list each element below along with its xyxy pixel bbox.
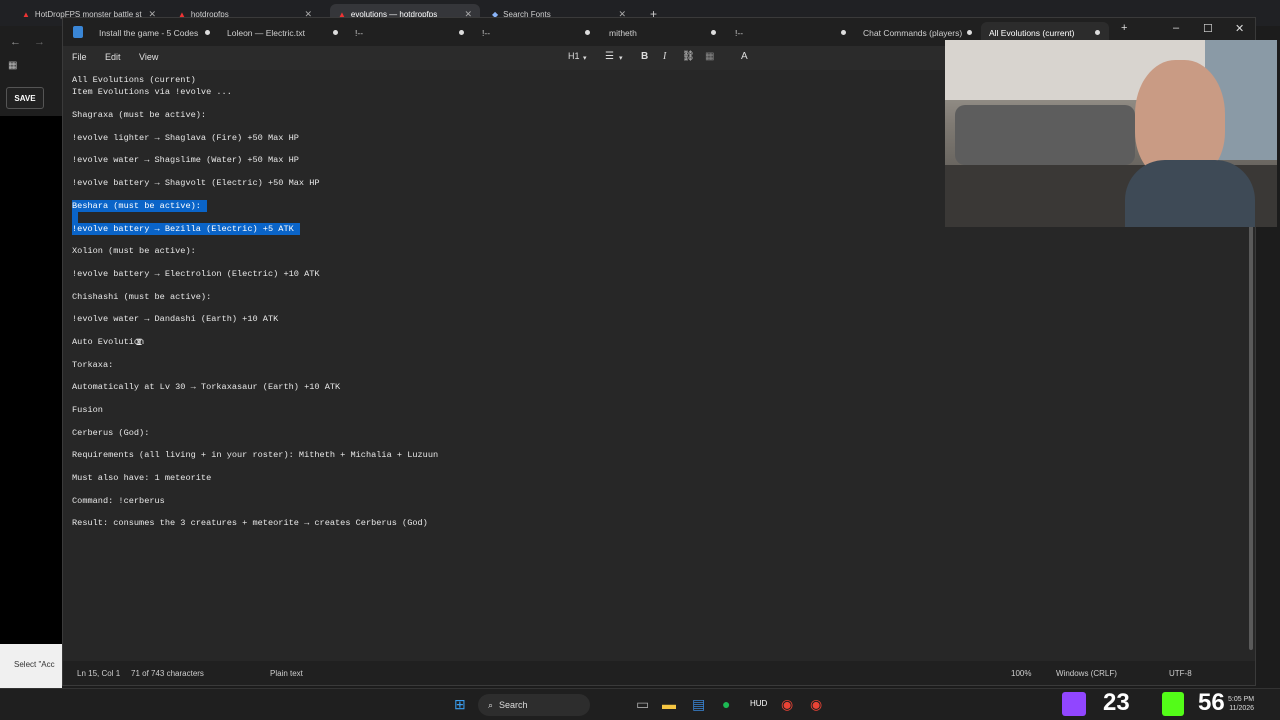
save-button[interactable]: SAVE (6, 87, 44, 109)
editor-line: !evolve water → Shagslime (Water) +50 Ma… (72, 155, 299, 165)
unsaved-dot-icon (967, 30, 972, 35)
follower-counter: 56 (1198, 689, 1225, 716)
editor-line: Chishashi (must be active): (72, 292, 212, 302)
menu-edit[interactable]: Edit (105, 52, 121, 62)
bold-icon[interactable]: B (641, 51, 648, 62)
notepad-tab[interactable]: Install the game - 5 Codes (91, 22, 206, 44)
minimize-icon[interactable]: – (1173, 22, 1179, 34)
notepad-tab[interactable]: mitheth (601, 22, 645, 44)
notepad-tab-label: !-- (355, 28, 364, 38)
chrome-icon[interactable]: ◉ (781, 696, 793, 713)
notepad-tab-label: Install the game - 5 Codes (99, 28, 199, 38)
notepad-tab[interactable]: !-- (727, 22, 751, 44)
link-icon[interactable]: ⛓ (682, 51, 695, 62)
format-indicator[interactable]: Plain text (270, 669, 303, 678)
unsaved-dot-icon (205, 30, 210, 35)
notepad-tab-label: !-- (482, 28, 491, 38)
webcam-overlay (945, 40, 1277, 227)
cursor-position: Ln 15, Col 1 (77, 669, 121, 678)
forward-arrow-icon[interactable]: → (34, 36, 45, 48)
webcam-shirt (1125, 160, 1255, 227)
editor-line: Torkaxa: (72, 360, 114, 370)
editor-line: Automatically at Lv 30 → Torkaxasaur (Ea… (72, 382, 341, 392)
chrome-profile-icon[interactable]: ◉ (810, 696, 822, 713)
editor-line: !evolve battery → Shagvolt (Electric) +5… (72, 178, 320, 188)
hud-fx-icon[interactable]: HUD (750, 699, 767, 708)
unsaved-dot-icon (711, 30, 716, 35)
editor-line: Requirements (all living + in your roste… (72, 450, 439, 460)
editor-line: Must also have: 1 meteorite (72, 473, 212, 483)
viewer-counter: 23 (1103, 689, 1130, 716)
unsaved-dot-icon (841, 30, 846, 35)
text-cursor-icon: ⌶ (136, 338, 143, 349)
taskbar: ⊞ ⌕ Search ▭ ▬ ▤ ● HUD ◉ ◉ 23 56 5:05 PM… (0, 688, 1280, 720)
editor-line: Cerberus (God): (72, 428, 150, 438)
select-account-text: Select "Acc (0, 644, 62, 688)
notepad-tab-label: !-- (735, 28, 744, 38)
editor-line: Item Evolutions via !evolve ... (72, 87, 232, 97)
selection-gap (72, 212, 78, 223)
search-icon: ⌕ (488, 699, 494, 710)
file-explorer-icon[interactable]: ▬ (662, 696, 676, 712)
tab-favicon-icon: ▲ (22, 9, 30, 19)
start-windows-icon[interactable]: ⊞ (454, 696, 466, 713)
editor-line-selected: !evolve battery → Bezilla (Electric) +5 … (72, 223, 300, 235)
notepad-tab-label: All Evolutions (current) (989, 28, 1075, 38)
notepad-tab-label: mitheth (609, 28, 637, 38)
clock-date: 11/2026 (1229, 705, 1255, 712)
task-view-icon[interactable]: ▭ (636, 696, 649, 713)
list-icon[interactable]: ☰ (605, 51, 614, 62)
page-background (0, 116, 62, 644)
spotify-icon[interactable]: ● (722, 696, 730, 712)
unsaved-dot-icon (333, 30, 338, 35)
chevron-down-icon[interactable]: ▾ (619, 54, 623, 62)
unsaved-dot-icon (1095, 30, 1100, 35)
maximize-icon[interactable]: ☐ (1203, 22, 1213, 35)
editor-line: Auto Evolution (72, 337, 145, 347)
editor-line: !evolve water → Dandashi (Earth) +10 ATK (72, 314, 279, 324)
notepad-tab[interactable]: !-- (347, 22, 371, 44)
unsaved-dot-icon (585, 30, 590, 35)
taskbar-search-label: Search (499, 700, 528, 710)
apps-grid-icon[interactable]: ▦ (8, 60, 17, 71)
close-window-icon[interactable]: ✕ (1235, 22, 1244, 35)
notepad-tab[interactable]: Loleon — Electric.txt (219, 22, 313, 44)
italic-icon[interactable]: I (663, 51, 666, 62)
clear-formatting-icon[interactable]: A (741, 51, 748, 62)
back-arrow-icon[interactable]: ← (10, 36, 21, 48)
status-bar: Ln 15, Col 1 71 of 743 characters Plain … (63, 661, 1255, 685)
editor-line-selected: Beshara (must be active): (72, 200, 207, 212)
chevron-down-icon[interactable]: ▾ (583, 54, 587, 62)
webcam-couch (955, 105, 1135, 165)
clock-time: 5:05 PM (1228, 696, 1255, 703)
table-icon[interactable]: ▦ (705, 51, 714, 62)
editor-line: !evolve lighter → Shaglava (Fire) +50 Ma… (72, 133, 299, 143)
taskbar-search[interactable]: ⌕ Search (478, 694, 590, 716)
editor-line: Command: !cerberus (72, 496, 165, 506)
heading-dropdown[interactable]: H1 (568, 51, 580, 61)
menu-view[interactable]: View (139, 52, 158, 62)
editor-line: Fusion (72, 405, 103, 415)
editor-line: All Evolutions (current) (72, 75, 196, 85)
new-tab-icon[interactable]: + (1121, 22, 1127, 34)
menu-file[interactable]: File (72, 52, 87, 62)
editor-line: Result: consumes the 3 creatures + meteo… (72, 518, 428, 528)
unsaved-dot-icon (459, 30, 464, 35)
character-count: 71 of 743 characters (131, 669, 204, 678)
editor-line: Shagraxa (must be active): (72, 110, 207, 120)
twitch-icon[interactable] (1062, 692, 1086, 716)
notepad-app-icon (73, 26, 83, 38)
editor-line: Xolion (must be active): (72, 246, 196, 256)
zoom-level[interactable]: 100% (1011, 669, 1031, 678)
encoding[interactable]: UTF-8 (1169, 669, 1192, 678)
system-clock[interactable]: 5:05 PM 11/2026 (1228, 695, 1254, 713)
notepad-tab[interactable]: !-- (474, 22, 498, 44)
kick-icon[interactable] (1162, 692, 1184, 716)
notepad-tab-label: Chat Commands (players) (863, 28, 963, 38)
line-ending[interactable]: Windows (CRLF) (1056, 669, 1117, 678)
editor-line: !evolve battery → Electrolion (Electric)… (72, 269, 320, 279)
notepad-taskbar-icon[interactable]: ▤ (692, 696, 705, 713)
notepad-tab-label: Loleon — Electric.txt (227, 28, 305, 38)
